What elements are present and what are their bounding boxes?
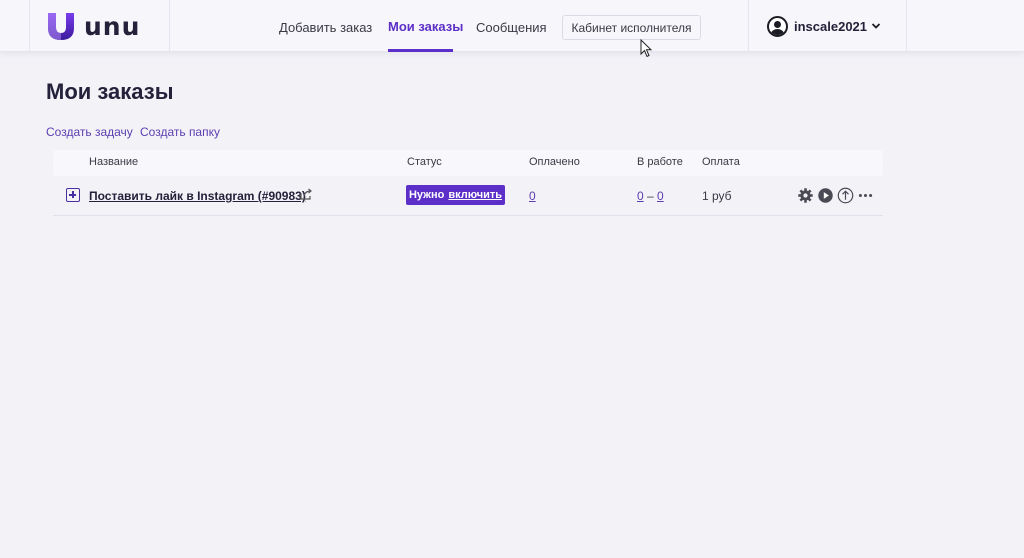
create-folder-link[interactable]: Создать папку [140,125,220,139]
chevron-down-icon [871,23,881,29]
in-work-separator: – [647,189,654,203]
nav-my-orders[interactable]: Мои заказы [388,19,463,34]
row-actions [797,186,874,204]
arrow-up-icon[interactable] [837,187,854,204]
status-prefix: Нужно [408,189,445,201]
create-task-link[interactable]: Создать задачу [46,125,133,139]
enable-order-link[interactable]: включить [448,189,502,201]
in-work-count-link[interactable]: 0 [637,189,644,203]
share-icon[interactable] [300,188,312,200]
executor-cabinet-button[interactable]: Кабинет исполнителя [562,15,701,40]
column-header-payment: Оплата [702,156,740,168]
status-badge: Нужно включить [406,185,505,205]
avatar-icon [767,15,788,37]
column-header-paid: Оплачено [529,156,580,168]
payment-value: 1 руб [702,189,732,203]
more-icon[interactable] [857,187,874,204]
username: inscale2021 [794,18,868,34]
table-row: Поставить лайк в Instagram (#90983) Нужн… [53,179,883,216]
column-header-status: Статус [407,156,442,168]
nav-messages[interactable]: Сообщения [476,20,547,35]
orders-table: Название Статус Оплачено В работе Оплата… [53,150,883,216]
gear-icon[interactable] [797,187,814,204]
active-tab-indicator [388,49,453,52]
user-menu[interactable]: inscale2021 [748,0,907,52]
play-icon[interactable] [817,187,834,204]
top-bar: unu Добавить заказ Мои заказы Сообщения … [0,0,1024,52]
nav-add-order[interactable]: Добавить заказ [279,20,372,35]
in-work-total-link[interactable]: 0 [657,189,664,203]
table-header: Название Статус Оплачено В работе Оплата [53,150,883,176]
mouse-cursor-icon [640,39,653,58]
expand-plus-icon[interactable] [66,188,80,202]
paid-count-link[interactable]: 0 [529,189,536,203]
page-title: Мои заказы [46,79,174,104]
order-name-link[interactable]: Поставить лайк в Instagram (#90983) [89,189,306,203]
column-header-in-work: В работе [637,156,683,168]
column-header-name: Название [89,156,139,168]
